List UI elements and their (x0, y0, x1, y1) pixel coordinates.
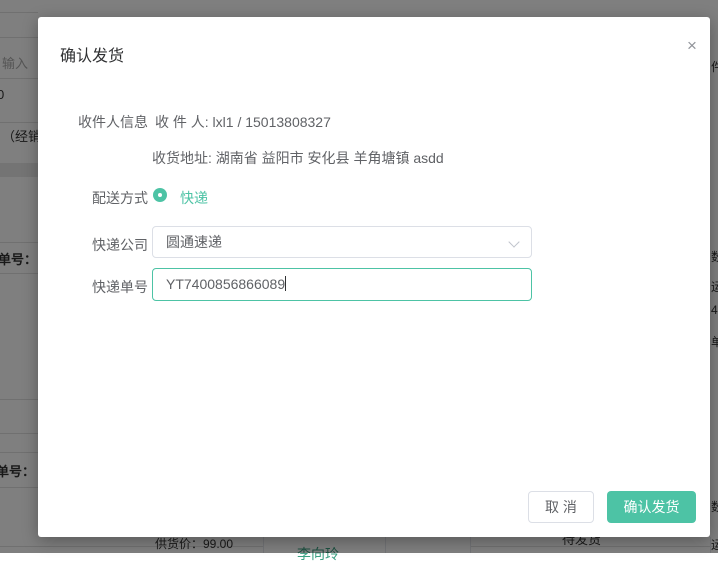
chevron-down-icon (508, 236, 519, 247)
delivery-method-label: 配送方式 (38, 188, 148, 208)
radio-dot (158, 193, 162, 197)
text-caret (285, 276, 286, 291)
tracking-number-input[interactable]: YT7400856866089 (152, 268, 532, 301)
recipient-name-value: 收 件 人: lxl1 / 15013808327 (155, 112, 331, 132)
confirm-shipment-screen: { "colors": { "accent": "#4dc3a5", "over… (0, 0, 718, 553)
courier-company-label: 快递公司 (38, 235, 148, 255)
courier-company-select[interactable]: 圆通速递 (152, 226, 532, 258)
tracking-number-value: YT7400856866089 (166, 276, 285, 292)
cancel-button[interactable]: 取 消 (528, 491, 594, 523)
confirm-shipment-button[interactable]: 确认发货 (607, 491, 696, 523)
delivery-option-express[interactable]: 快递 (180, 188, 208, 208)
courier-company-value: 圆通速递 (166, 234, 222, 250)
recipient-info-label: 收件人信息 (38, 112, 148, 132)
dialog-title: 确认发货 (60, 42, 124, 66)
close-icon[interactable]: × (681, 35, 703, 57)
recipient-address-value: 收货地址: 湖南省 益阳市 安化县 羊角塘镇 asdd (152, 148, 444, 168)
radio-selected-icon[interactable] (153, 188, 167, 202)
confirm-shipment-dialog: 确认发货 × 收件人信息 收 件 人: lxl1 / 15013808327 收… (38, 17, 710, 537)
tracking-number-label: 快递单号 (38, 277, 148, 297)
